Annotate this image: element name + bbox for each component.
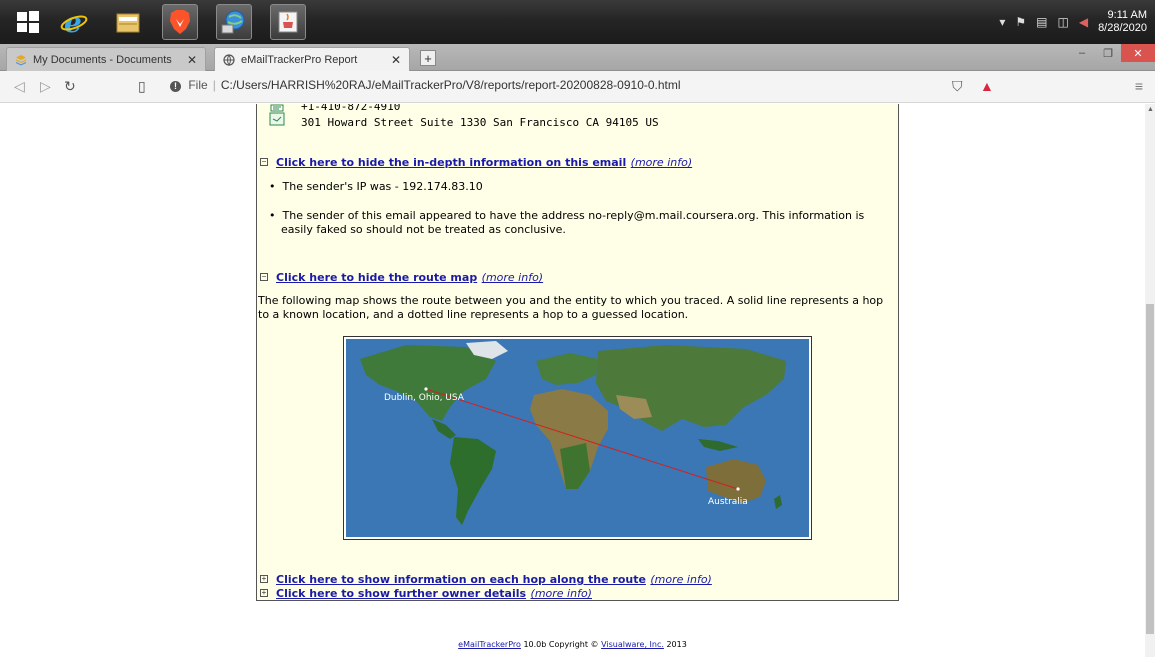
bullet-sender-line-2: easily faked so should not be treated as… [281,223,566,236]
url-scheme-label: File [188,78,208,92]
wifi-icon[interactable]: ◫ [1057,15,1068,29]
windows-taskbar: e ▾ ⚑ ▤ ◫ ◀ 9:11 AM 8/28/2020 [0,0,1155,44]
url-field[interactable]: ! File | C:/Users/HARRISH%20RAJ/eMailTrack… [170,78,681,92]
hide-indepth-link[interactable]: Click here to hide the in-depth informat… [276,156,626,169]
route-description-line-2: to a known location, and a dotted line r… [258,308,689,321]
tab-title: eMailTrackerPro Report [241,53,358,66]
expand-toggle-icon[interactable]: + [260,588,268,597]
taskbar-network-app[interactable] [216,4,252,40]
network-icon[interactable]: ▤ [1036,15,1047,29]
scrollbar-thumb[interactable] [1146,304,1154,634]
scroll-up-icon[interactable]: ▲ [1147,106,1154,113]
vertical-scrollbar[interactable]: ▲ [1145,104,1155,657]
reload-icon[interactable]: ↻ [64,78,76,95]
back-icon[interactable]: ◁ [14,78,25,95]
route-map: Dublin, Ohio, USA Australia [343,336,812,540]
route-origin-marker [424,387,428,391]
route-destination-marker [736,487,740,491]
clock-time: 9:11 AM [1107,9,1147,21]
more-info-link[interactable]: (more info) [650,573,711,586]
show-owner-details-link[interactable]: Click here to show further owner details [276,587,526,600]
more-info-link[interactable]: (more info) [482,271,543,284]
clock-date: 8/28/2020 [1098,22,1147,34]
world-map-image: Dublin, Ohio, USA Australia [346,339,809,537]
globe-network-icon [221,10,245,34]
footer-year: 2013 [666,640,687,649]
map-label-origin: Dublin, Ohio, USA [384,393,465,403]
report-panel: +1-410-872-4910 301 Howard Street Suite … [256,104,899,601]
address-toolbar: ◁ ▷ ↻ ▯ ! File | C:/Users/HARRISH%20RAJ/eM… [0,71,1155,103]
route-description: The following map shows the route betwee… [258,294,883,322]
indepth-section-header: − Click here to hide the in-depth informa… [260,153,692,171]
more-info-link[interactable]: (more info) [531,587,592,600]
taskbar-file-explorer[interactable] [110,4,146,40]
new-tab-button[interactable]: + [420,50,436,66]
bullet-ip-text: The sender's IP was - 192.174.83.10 [282,180,483,193]
taskbar-brave-browser[interactable] [162,4,198,40]
map-label-destination: Australia [708,497,748,507]
page-viewport: +1-410-872-4910 301 Howard Street Suite … [0,104,1145,657]
browser-tab-strip: My Documents - Documents ✕ eMailTrackerP… [0,44,1155,71]
bookmark-icon[interactable]: ▯ [138,78,146,95]
routemap-section-header: − Click here to hide the route map (more … [260,268,543,286]
address-card-icon [269,112,285,131]
product-link[interactable]: eMailTrackerPro [458,640,521,649]
info-icon[interactable]: ! [170,81,181,92]
bullet-icon: • [269,180,276,193]
taskbar-internet-explorer[interactable]: e [56,4,92,40]
plus-icon: + [424,50,432,66]
java-cup-icon [278,11,298,33]
contact-address: 301 Howard Street Suite 1330 San Francis… [301,116,659,129]
bullet-sender: • The sender of this email appeared to h… [269,209,864,237]
folder-icon [116,13,140,33]
action-center-flag-icon[interactable]: ⚑ [1015,15,1026,29]
route-description-line-1: The following map shows the route betwee… [258,294,884,307]
globe-icon [223,53,235,66]
minimize-icon[interactable]: ‒ [1069,44,1095,62]
hide-route-map-link[interactable]: Click here to hide the route map [276,271,477,284]
menu-icon[interactable]: ≡ [1135,78,1143,94]
owner-section-header: + Click here to show further owner detail… [260,584,592,602]
restore-icon[interactable]: ❐ [1095,44,1121,62]
footer-copyright-text: 10.0b Copyright © [523,640,599,649]
tab-title: My Documents - Documents [33,53,172,66]
system-clock[interactable]: 9:11 AM 8/28/2020 [1098,9,1147,35]
windows-logo-icon [17,11,39,33]
tab-emailtrackerpro-report[interactable]: eMailTrackerPro Report ✕ [214,47,410,71]
expand-toggle-icon[interactable]: + [260,574,268,583]
close-tab-icon[interactable]: ✕ [391,53,401,67]
bullet-sender-line-1: The sender of this email appeared to hav… [282,209,865,222]
internet-explorer-icon: e [60,8,88,36]
contact-phone: +1-410-872-4910 [301,104,401,113]
collapse-toggle-icon[interactable]: − [260,272,268,281]
bullet-ip: • The sender's IP was - 192.174.83.10 [269,180,483,193]
start-button[interactable] [10,4,46,40]
brave-rewards-icon[interactable]: ▲ [980,78,994,94]
taskbar-java-app[interactable] [270,4,306,40]
close-tab-icon[interactable]: ✕ [187,53,197,67]
forward-icon[interactable]: ▷ [40,78,51,95]
brave-lion-icon [170,10,190,34]
stack-icon [15,54,27,66]
window-controls: ‒ ❐ ✕ [1069,44,1155,62]
page-footer: eMailTrackerPro 10.0b Copyright © Visual… [0,640,1145,649]
bullet-icon: • [269,209,276,222]
tray-overflow-icon[interactable]: ▾ [999,15,1005,29]
system-tray: ▾ ⚑ ▤ ◫ ◀ 9:11 AM 8/28/2020 [999,0,1147,44]
brave-shields-icon[interactable]: ⛉ [952,78,963,95]
collapse-toggle-icon[interactable]: − [260,157,268,166]
url-text: C:/Users/HARRISH%20RAJ/eMailTrackerPro/V… [220,78,681,92]
close-window-icon[interactable]: ✕ [1121,44,1155,62]
volume-muted-icon[interactable]: ◀ [1079,15,1088,29]
company-link[interactable]: Visualware, Inc. [601,640,664,649]
tab-my-documents[interactable]: My Documents - Documents ✕ [6,47,206,71]
more-info-link[interactable]: (more info) [631,156,692,169]
